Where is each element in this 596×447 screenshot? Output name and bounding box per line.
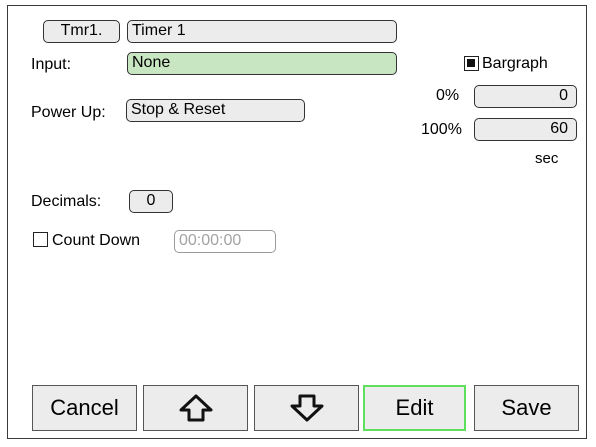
timer-name-field[interactable]: Timer 1 <box>127 20 397 43</box>
save-button-label: Save <box>501 395 552 420</box>
bargraph-label: Bargraph <box>482 55 548 72</box>
save-button[interactable]: Save <box>474 385 579 431</box>
bargraph-unit-label: sec <box>535 150 559 167</box>
arrow-down-outline-icon <box>290 394 323 422</box>
count-down-time-field[interactable]: 00:00:00 <box>174 230 276 253</box>
scroll-up-button[interactable] <box>143 385 248 431</box>
count-down-label: Count Down <box>52 232 141 249</box>
arrow-up-outline-icon <box>179 394 212 422</box>
power-up-select[interactable]: Stop & Reset <box>126 99 305 122</box>
decimals-label: Decimals: <box>31 193 102 210</box>
checkbox-checked-mark <box>467 59 475 67</box>
bargraph-checkbox[interactable] <box>464 56 479 71</box>
scroll-down-button[interactable] <box>254 385 359 431</box>
edit-button[interactable]: Edit <box>363 385 466 431</box>
bargraph-min-field[interactable]: 0 <box>474 85 577 108</box>
cancel-button-label: Cancel <box>50 395 119 420</box>
power-up-label: Power Up: <box>31 104 106 121</box>
input-select[interactable]: None <box>127 52 397 75</box>
bargraph-min-label: 0% <box>436 87 460 104</box>
tag-button[interactable]: Tmr1. <box>43 20 120 43</box>
count-down-checkbox[interactable] <box>33 232 48 247</box>
cancel-button[interactable]: Cancel <box>32 385 137 431</box>
decimals-field[interactable]: 0 <box>129 190 173 213</box>
bargraph-max-label: 100% <box>421 121 462 138</box>
edit-button-label: Edit <box>395 395 434 420</box>
input-label: Input: <box>31 56 72 73</box>
bargraph-max-field[interactable]: 60 <box>474 118 577 141</box>
